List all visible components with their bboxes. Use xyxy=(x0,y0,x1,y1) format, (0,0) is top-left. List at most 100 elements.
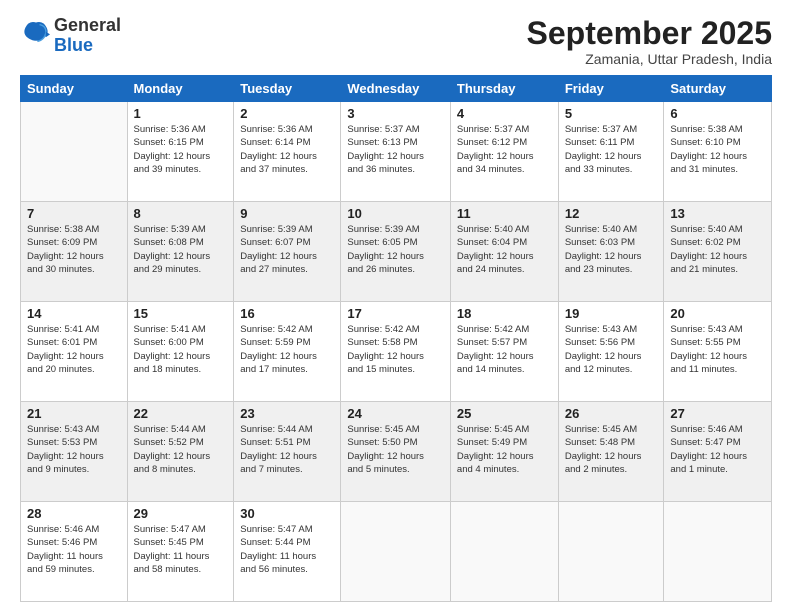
day-info: Sunrise: 5:39 AM Sunset: 6:05 PM Dayligh… xyxy=(347,223,444,276)
day-number: 17 xyxy=(347,306,444,321)
day-info: Sunrise: 5:40 AM Sunset: 6:02 PM Dayligh… xyxy=(670,223,765,276)
logo-icon xyxy=(22,19,50,47)
logo: General Blue xyxy=(20,16,121,56)
day-info: Sunrise: 5:38 AM Sunset: 6:09 PM Dayligh… xyxy=(27,223,121,276)
day-info: Sunrise: 5:45 AM Sunset: 5:48 PM Dayligh… xyxy=(565,423,658,476)
day-info: Sunrise: 5:37 AM Sunset: 6:13 PM Dayligh… xyxy=(347,123,444,176)
day-info: Sunrise: 5:45 AM Sunset: 5:49 PM Dayligh… xyxy=(457,423,552,476)
calendar-week-row: 14 Sunrise: 5:41 AM Sunset: 6:01 PM Dayli… xyxy=(21,302,772,402)
day-info: Sunrise: 5:42 AM Sunset: 5:57 PM Dayligh… xyxy=(457,323,552,376)
day-number: 6 xyxy=(670,106,765,121)
table-row xyxy=(664,502,772,602)
table-row: 26 Sunrise: 5:45 AM Sunset: 5:48 PM Dayli… xyxy=(558,402,664,502)
table-row: 27 Sunrise: 5:46 AM Sunset: 5:47 PM Dayli… xyxy=(664,402,772,502)
day-number: 3 xyxy=(347,106,444,121)
day-number: 7 xyxy=(27,206,121,221)
table-row: 4Sunrise: 5:37 AM Sunset: 6:12 PM Daylig… xyxy=(450,102,558,202)
subtitle: Zamania, Uttar Pradesh, India xyxy=(527,51,772,67)
table-row: 9 Sunrise: 5:39 AM Sunset: 6:07 PM Daylig… xyxy=(234,202,341,302)
day-number: 19 xyxy=(565,306,658,321)
calendar-week-row: 21Sunrise: 5:43 AM Sunset: 5:53 PM Dayli… xyxy=(21,402,772,502)
col-sunday: Sunday xyxy=(21,76,128,102)
table-row xyxy=(450,502,558,602)
table-row: 17Sunrise: 5:42 AM Sunset: 5:58 PM Dayli… xyxy=(341,302,451,402)
table-row: 5 Sunrise: 5:37 AM Sunset: 6:11 PM Daylig… xyxy=(558,102,664,202)
calendar-week-row: 28Sunrise: 5:46 AM Sunset: 5:46 PM Dayli… xyxy=(21,502,772,602)
day-number: 1 xyxy=(134,106,228,121)
day-number: 16 xyxy=(240,306,334,321)
table-row: 13 Sunrise: 5:40 AM Sunset: 6:02 PM Dayli… xyxy=(664,202,772,302)
logo-text: General Blue xyxy=(54,16,121,56)
day-number: 14 xyxy=(27,306,121,321)
table-row: 3 Sunrise: 5:37 AM Sunset: 6:13 PM Daylig… xyxy=(341,102,451,202)
col-friday: Friday xyxy=(558,76,664,102)
table-row xyxy=(558,502,664,602)
header: General Blue September 2025 Zamania, Utt… xyxy=(20,16,772,67)
day-number: 10 xyxy=(347,206,444,221)
day-info: Sunrise: 5:44 AM Sunset: 5:52 PM Dayligh… xyxy=(134,423,228,476)
table-row: 12Sunrise: 5:40 AM Sunset: 6:03 PM Dayli… xyxy=(558,202,664,302)
day-number: 26 xyxy=(565,406,658,421)
table-row: 22 Sunrise: 5:44 AM Sunset: 5:52 PM Dayli… xyxy=(127,402,234,502)
day-number: 18 xyxy=(457,306,552,321)
day-number: 2 xyxy=(240,106,334,121)
day-info: Sunrise: 5:40 AM Sunset: 6:04 PM Dayligh… xyxy=(457,223,552,276)
day-info: Sunrise: 5:44 AM Sunset: 5:51 PM Dayligh… xyxy=(240,423,334,476)
day-info: Sunrise: 5:42 AM Sunset: 5:59 PM Dayligh… xyxy=(240,323,334,376)
table-row: 1 Sunrise: 5:36 AM Sunset: 6:15 PM Daylig… xyxy=(127,102,234,202)
day-number: 23 xyxy=(240,406,334,421)
col-saturday: Saturday xyxy=(664,76,772,102)
col-wednesday: Wednesday xyxy=(341,76,451,102)
day-info: Sunrise: 5:45 AM Sunset: 5:50 PM Dayligh… xyxy=(347,423,444,476)
day-info: Sunrise: 5:37 AM Sunset: 6:11 PM Dayligh… xyxy=(565,123,658,176)
day-info: Sunrise: 5:36 AM Sunset: 6:14 PM Dayligh… xyxy=(240,123,334,176)
day-info: Sunrise: 5:43 AM Sunset: 5:56 PM Dayligh… xyxy=(565,323,658,376)
table-row: 15Sunrise: 5:41 AM Sunset: 6:00 PM Dayli… xyxy=(127,302,234,402)
calendar-week-row: 1 Sunrise: 5:36 AM Sunset: 6:15 PM Daylig… xyxy=(21,102,772,202)
day-number: 21 xyxy=(27,406,121,421)
day-info: Sunrise: 5:47 AM Sunset: 5:45 PM Dayligh… xyxy=(134,523,228,576)
table-row xyxy=(341,502,451,602)
day-info: Sunrise: 5:39 AM Sunset: 6:08 PM Dayligh… xyxy=(134,223,228,276)
day-number: 28 xyxy=(27,506,121,521)
day-number: 11 xyxy=(457,206,552,221)
col-tuesday: Tuesday xyxy=(234,76,341,102)
day-number: 22 xyxy=(134,406,228,421)
day-info: Sunrise: 5:41 AM Sunset: 6:01 PM Dayligh… xyxy=(27,323,121,376)
day-info: Sunrise: 5:38 AM Sunset: 6:10 PM Dayligh… xyxy=(670,123,765,176)
calendar-header-row: Sunday Monday Tuesday Wednesday Thursday… xyxy=(21,76,772,102)
calendar-table: Sunday Monday Tuesday Wednesday Thursday… xyxy=(20,75,772,602)
table-row: 21Sunrise: 5:43 AM Sunset: 5:53 PM Dayli… xyxy=(21,402,128,502)
table-row: 14 Sunrise: 5:41 AM Sunset: 6:01 PM Dayli… xyxy=(21,302,128,402)
col-monday: Monday xyxy=(127,76,234,102)
day-info: Sunrise: 5:47 AM Sunset: 5:44 PM Dayligh… xyxy=(240,523,334,576)
day-number: 8 xyxy=(134,206,228,221)
day-info: Sunrise: 5:39 AM Sunset: 6:07 PM Dayligh… xyxy=(240,223,334,276)
table-row: 10 Sunrise: 5:39 AM Sunset: 6:05 PM Dayli… xyxy=(341,202,451,302)
day-number: 4 xyxy=(457,106,552,121)
table-row: 19 Sunrise: 5:43 AM Sunset: 5:56 PM Dayli… xyxy=(558,302,664,402)
day-number: 29 xyxy=(134,506,228,521)
table-row: 24Sunrise: 5:45 AM Sunset: 5:50 PM Dayli… xyxy=(341,402,451,502)
table-row: 6 Sunrise: 5:38 AM Sunset: 6:10 PM Daylig… xyxy=(664,102,772,202)
table-row: 18 Sunrise: 5:42 AM Sunset: 5:57 PM Dayli… xyxy=(450,302,558,402)
table-row: 29 Sunrise: 5:47 AM Sunset: 5:45 PM Dayli… xyxy=(127,502,234,602)
table-row: 20Sunrise: 5:43 AM Sunset: 5:55 PM Dayli… xyxy=(664,302,772,402)
day-number: 9 xyxy=(240,206,334,221)
page: General Blue September 2025 Zamania, Utt… xyxy=(0,0,792,612)
table-row: 23 Sunrise: 5:44 AM Sunset: 5:51 PM Dayli… xyxy=(234,402,341,502)
day-number: 27 xyxy=(670,406,765,421)
day-number: 25 xyxy=(457,406,552,421)
col-thursday: Thursday xyxy=(450,76,558,102)
day-info: Sunrise: 5:46 AM Sunset: 5:47 PM Dayligh… xyxy=(670,423,765,476)
day-number: 5 xyxy=(565,106,658,121)
table-row: 8 Sunrise: 5:39 AM Sunset: 6:08 PM Daylig… xyxy=(127,202,234,302)
table-row: 30Sunrise: 5:47 AM Sunset: 5:44 PM Dayli… xyxy=(234,502,341,602)
day-number: 15 xyxy=(134,306,228,321)
calendar-week-row: 7 Sunrise: 5:38 AM Sunset: 6:09 PM Daylig… xyxy=(21,202,772,302)
table-row: 25 Sunrise: 5:45 AM Sunset: 5:49 PM Dayli… xyxy=(450,402,558,502)
main-title: September 2025 xyxy=(527,16,772,51)
day-number: 13 xyxy=(670,206,765,221)
table-row: 2 Sunrise: 5:36 AM Sunset: 6:14 PM Daylig… xyxy=(234,102,341,202)
day-info: Sunrise: 5:36 AM Sunset: 6:15 PM Dayligh… xyxy=(134,123,228,176)
